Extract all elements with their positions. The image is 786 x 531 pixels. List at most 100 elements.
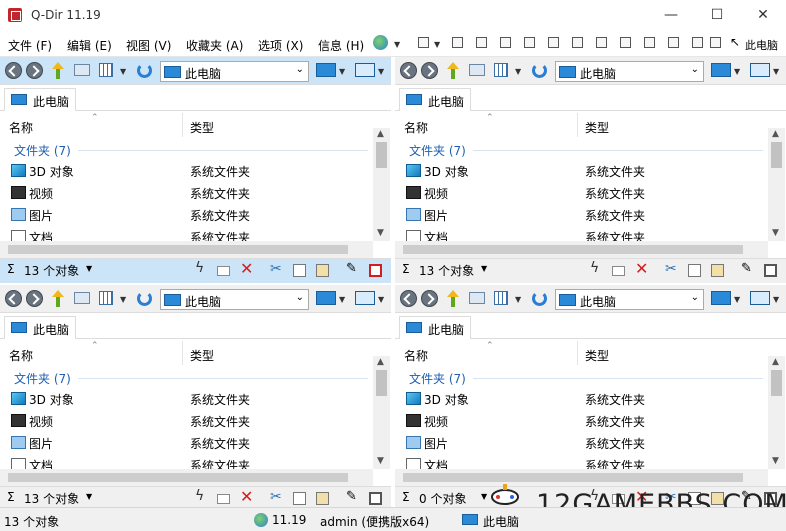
keyboard-icon[interactable]	[612, 266, 625, 276]
folder-view-icon[interactable]	[74, 292, 90, 304]
chevron-down-icon[interactable]: ▼	[339, 295, 345, 304]
menu-favorites[interactable]: 收藏夹 (A)	[186, 37, 243, 54]
scroll-thumb[interactable]	[376, 142, 387, 168]
layout-7-icon[interactable]	[596, 37, 607, 48]
folder-view-icon[interactable]	[74, 64, 90, 76]
up-folder-icon[interactable]	[50, 60, 66, 80]
layout-6-icon[interactable]	[572, 37, 583, 48]
chevron-down-icon[interactable]: ⌄	[296, 292, 304, 303]
back-icon[interactable]	[5, 62, 22, 79]
scroll-thumb[interactable]	[771, 370, 782, 396]
chevron-down-icon[interactable]: ▼	[515, 67, 521, 76]
forward-icon[interactable]	[421, 62, 438, 79]
folder-view-icon[interactable]	[469, 292, 485, 304]
chevron-down-icon[interactable]: ▼	[481, 492, 487, 501]
chevron-down-icon[interactable]: ▼	[481, 264, 487, 273]
layout-3-icon[interactable]	[500, 37, 511, 48]
layout-1-icon[interactable]	[452, 37, 463, 48]
pointer-icon[interactable]: ↖	[730, 35, 740, 49]
group-header[interactable]: 文件夹 (7)	[14, 142, 71, 159]
chevron-down-icon[interactable]: ▼	[120, 67, 126, 76]
list-item[interactable]: 图片 系统文件夹	[10, 432, 370, 454]
menu-edit[interactable]: 编辑 (E)	[67, 37, 112, 54]
group-header[interactable]: 文件夹 (7)	[409, 142, 466, 159]
cut-icon[interactable]: ✂	[270, 261, 283, 277]
delete-icon[interactable]: ✕	[240, 487, 253, 506]
copy-icon[interactable]	[293, 492, 306, 505]
paste-icon[interactable]	[316, 492, 329, 505]
column-name[interactable]: 名称	[9, 347, 33, 364]
scroll-thumb[interactable]	[376, 370, 387, 396]
forward-icon[interactable]	[26, 62, 43, 79]
column-divider[interactable]	[182, 341, 183, 365]
desktop-icon[interactable]	[316, 291, 336, 305]
list-item[interactable]: 视频 系统文件夹	[405, 182, 765, 204]
layout-2-icon[interactable]	[476, 37, 487, 48]
layout-5-icon[interactable]	[548, 37, 559, 48]
scroll-down-icon[interactable]: ▼	[377, 456, 384, 466]
horizontal-scrollbar[interactable]	[0, 469, 373, 486]
tab-this-pc[interactable]: 此电脑	[399, 316, 471, 339]
copy-icon[interactable]	[293, 264, 306, 277]
horizontal-scrollbar[interactable]	[395, 241, 768, 258]
vertical-scrollbar[interactable]: ▲ ▼	[373, 356, 390, 469]
scroll-thumb[interactable]	[8, 245, 348, 254]
refresh-icon[interactable]	[532, 63, 547, 78]
cut-icon[interactable]: ✂	[665, 261, 678, 277]
minimize-button[interactable]: —	[648, 0, 694, 31]
cut-icon[interactable]: ✂	[270, 489, 283, 505]
chevron-down-icon[interactable]: ▼	[734, 295, 740, 304]
column-type[interactable]: 类型	[190, 119, 214, 136]
column-divider[interactable]	[577, 113, 578, 137]
view-mode-icon[interactable]	[494, 63, 508, 77]
forward-icon[interactable]	[26, 290, 43, 307]
chevron-down-icon[interactable]: ▼	[86, 492, 92, 501]
paste-icon[interactable]	[316, 264, 329, 277]
address-bar[interactable]: 此电脑 ⌄	[160, 289, 309, 310]
layout-quad-icon[interactable]	[418, 37, 429, 48]
column-type[interactable]: 类型	[190, 347, 214, 364]
properties-icon[interactable]	[369, 264, 382, 277]
chevron-down-icon[interactable]: ▼	[339, 67, 345, 76]
chevron-down-icon[interactable]: ▼	[734, 67, 740, 76]
list-item[interactable]: 图片 系统文件夹	[10, 204, 370, 226]
folder-view-icon[interactable]	[469, 64, 485, 76]
properties-icon[interactable]	[369, 492, 382, 505]
chevron-down-icon[interactable]: ⌄	[691, 292, 699, 303]
refresh-icon[interactable]	[137, 63, 152, 78]
keyboard-icon[interactable]	[217, 266, 230, 276]
up-folder-icon[interactable]	[445, 288, 461, 308]
scroll-down-icon[interactable]: ▼	[772, 228, 779, 238]
chevron-down-icon[interactable]: ▼	[120, 295, 126, 304]
scroll-up-icon[interactable]: ▲	[772, 357, 779, 367]
scroll-up-icon[interactable]: ▲	[377, 357, 384, 367]
refresh-icon[interactable]	[532, 291, 547, 306]
rename-icon[interactable]: ✎	[346, 489, 359, 504]
menu-view[interactable]: 视图 (V)	[126, 37, 171, 54]
list-item[interactable]: 图片 系统文件夹	[405, 204, 765, 226]
monitor-icon[interactable]	[355, 291, 375, 305]
keyboard-icon[interactable]	[217, 494, 230, 504]
column-divider[interactable]	[182, 113, 183, 137]
list-item[interactable]: 视频 系统文件夹	[405, 410, 765, 432]
list-item[interactable]: 3D 对象 系统文件夹	[405, 388, 765, 410]
explorer-pane-4[interactable]: ▼ 此电脑 ⌄ ▼ ▼ 此电脑 ⌃ 名称 类型 文件夹 (7) 3D 对象 系统…	[395, 285, 786, 512]
lightning-icon[interactable]: ϟ	[195, 260, 208, 276]
vertical-scrollbar[interactable]: ▲ ▼	[768, 356, 785, 469]
back-icon[interactable]	[400, 290, 417, 307]
lightning-icon[interactable]: ϟ	[590, 260, 603, 276]
back-icon[interactable]	[5, 290, 22, 307]
up-folder-icon[interactable]	[50, 288, 66, 308]
monitor-icon[interactable]	[750, 291, 770, 305]
up-folder-icon[interactable]	[445, 60, 461, 80]
column-type[interactable]: 类型	[585, 347, 609, 364]
chevron-down-icon[interactable]: ▼	[773, 295, 779, 304]
rename-icon[interactable]: ✎	[741, 261, 754, 276]
chevron-down-icon[interactable]: ▼	[378, 295, 384, 304]
close-button[interactable]: ✕	[740, 0, 786, 31]
monitor-icon[interactable]	[750, 63, 770, 77]
explorer-pane-3[interactable]: ▼ 此电脑 ⌄ ▼ ▼ 此电脑 ⌃ 名称 类型 文件夹 (7) 3D 对象 系统…	[0, 285, 391, 512]
list-item[interactable]: 视频 系统文件夹	[10, 410, 370, 432]
desktop-icon[interactable]	[711, 291, 731, 305]
forward-icon[interactable]	[421, 290, 438, 307]
